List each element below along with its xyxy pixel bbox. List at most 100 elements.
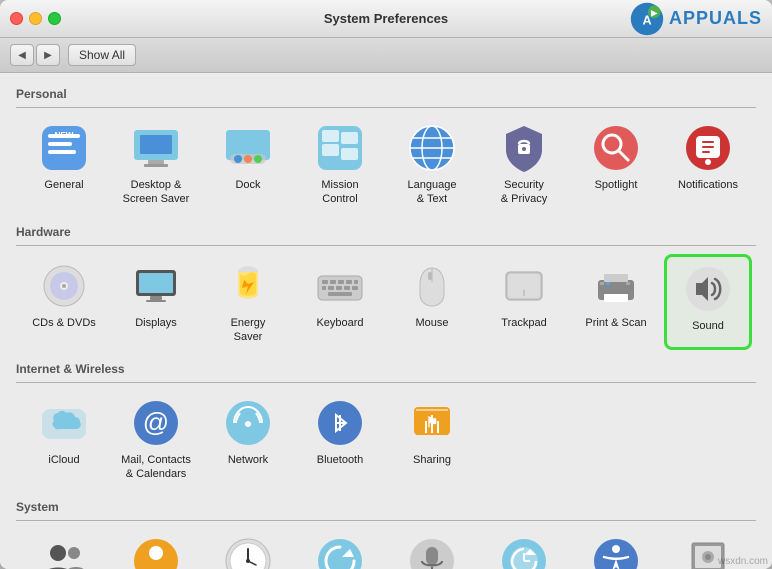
system-section: System Users &Groups xyxy=(16,496,756,569)
pref-sound[interactable]: Sound xyxy=(664,254,752,351)
software-update-icon xyxy=(314,535,366,569)
desktop-label: Desktop &Screen Saver xyxy=(123,178,190,207)
pref-bluetooth[interactable]: Bluetooth xyxy=(296,391,384,488)
pref-parental[interactable]: ParentalControls xyxy=(112,529,200,569)
pref-time-machine[interactable]: Time Machine xyxy=(480,529,568,569)
pref-software-update[interactable]: SoftwareUpdate xyxy=(296,529,384,569)
datetime-icon: 18 xyxy=(222,535,274,569)
language-label: Language& Text xyxy=(408,178,457,207)
sound-icon xyxy=(682,263,734,315)
pref-mail[interactable]: @ Mail, Contacts& Calendars xyxy=(112,391,200,488)
sharing-label: Sharing xyxy=(413,453,451,467)
personal-label: Personal xyxy=(16,83,756,108)
dictation-icon xyxy=(406,535,458,569)
energy-label: EnergySaver xyxy=(231,316,266,345)
pref-keyboard[interactable]: Keyboard xyxy=(296,254,384,351)
pref-mouse[interactable]: Mouse xyxy=(388,254,476,351)
back-button[interactable]: ◀ xyxy=(10,44,34,66)
keyboard-label: Keyboard xyxy=(316,316,363,330)
dock-label: Dock xyxy=(235,178,260,192)
watermark: wsxdn.com xyxy=(718,556,768,567)
window-title: System Preferences xyxy=(324,11,448,26)
parental-icon xyxy=(130,535,182,569)
notifications-icon xyxy=(682,122,734,174)
titlebar: System Preferences A ▶ APPUALS xyxy=(0,0,772,38)
pref-print-scan[interactable]: Print & Scan xyxy=(572,254,660,351)
general-icon: NEW xyxy=(38,122,90,174)
pref-energy[interactable]: EnergySaver xyxy=(204,254,292,351)
minimize-button[interactable] xyxy=(29,12,42,25)
pref-language[interactable]: Language& Text xyxy=(388,116,476,213)
trackpad-icon xyxy=(498,260,550,312)
appuals-logo-icon: A ▶ xyxy=(629,1,665,37)
general-label: General xyxy=(44,178,83,192)
pref-desktop[interactable]: Desktop &Screen Saver xyxy=(112,116,200,213)
toolbar: ◀ ▶ Show All xyxy=(0,38,772,73)
internet-icons: iCloud @ Mail, Contacts& Calendars xyxy=(16,391,756,488)
users-icon xyxy=(38,535,90,569)
show-all-button[interactable]: Show All xyxy=(68,44,136,66)
pref-icloud[interactable]: iCloud xyxy=(20,391,108,488)
close-button[interactable] xyxy=(10,12,23,25)
mail-icon: @ xyxy=(130,397,182,449)
appuals-logo: A ▶ APPUALS xyxy=(629,1,762,37)
security-icon xyxy=(498,122,550,174)
pref-security[interactable]: Security& Privacy xyxy=(480,116,568,213)
network-icon xyxy=(222,397,274,449)
pref-network[interactable]: Network xyxy=(204,391,292,488)
spotlight-icon xyxy=(590,122,642,174)
energy-icon xyxy=(222,260,274,312)
hardware-icons: CDs & DVDs Displays xyxy=(16,254,756,351)
pref-dock[interactable]: Dock xyxy=(204,116,292,213)
sharing-icon: ⚑ xyxy=(406,397,458,449)
svg-text:NEW: NEW xyxy=(55,131,74,140)
trackpad-label: Trackpad xyxy=(501,316,546,330)
hardware-label: Hardware xyxy=(16,221,756,246)
pref-datetime[interactable]: 18 Date & Time xyxy=(204,529,292,569)
mission-control-label: MissionControl xyxy=(321,178,358,207)
cds-label: CDs & DVDs xyxy=(32,316,96,330)
system-icons: Users &Groups ParentalControls xyxy=(16,529,756,569)
maximize-button[interactable] xyxy=(48,12,61,25)
pref-users[interactable]: Users &Groups xyxy=(20,529,108,569)
pref-cds-dvds[interactable]: CDs & DVDs xyxy=(20,254,108,351)
pref-general[interactable]: NEW General xyxy=(20,116,108,213)
mouse-icon xyxy=(406,260,458,312)
pref-notifications[interactable]: Notifications xyxy=(664,116,752,213)
appuals-logo-text: APPUALS xyxy=(669,8,762,29)
pref-trackpad[interactable]: Trackpad xyxy=(480,254,568,351)
sound-label: Sound xyxy=(692,319,724,333)
pref-sharing[interactable]: ⚑ Sharing xyxy=(388,391,476,488)
icloud-label: iCloud xyxy=(48,453,79,467)
dock-icon xyxy=(222,122,274,174)
mail-label: Mail, Contacts& Calendars xyxy=(121,453,191,482)
traffic-lights xyxy=(10,12,61,25)
displays-icon xyxy=(130,260,182,312)
displays-label: Displays xyxy=(135,316,177,330)
system-preferences-window: System Preferences A ▶ APPUALS ◀ ▶ Show … xyxy=(0,0,772,569)
hardware-section: Hardware CDs & DVDs xyxy=(16,221,756,351)
network-label: Network xyxy=(228,453,268,467)
forward-button[interactable]: ▶ xyxy=(36,44,60,66)
mission-control-icon xyxy=(314,122,366,174)
time-machine-icon xyxy=(498,535,550,569)
pref-mission-control[interactable]: MissionControl xyxy=(296,116,384,213)
preferences-content: Personal NEW General xyxy=(0,73,772,569)
bluetooth-icon xyxy=(314,397,366,449)
svg-text:⚑: ⚑ xyxy=(426,414,439,430)
keyboard-icon xyxy=(314,260,366,312)
pref-accessibility[interactable]: Accessibility xyxy=(572,529,660,569)
personal-section: Personal NEW General xyxy=(16,83,756,213)
notifications-label: Notifications xyxy=(678,178,738,192)
svg-text:@: @ xyxy=(143,407,169,437)
language-icon xyxy=(406,122,458,174)
nav-buttons: ◀ ▶ xyxy=(10,44,60,66)
print-label: Print & Scan xyxy=(585,316,646,330)
pref-displays[interactable]: Displays xyxy=(112,254,200,351)
pref-spotlight[interactable]: Spotlight xyxy=(572,116,660,213)
accessibility-icon xyxy=(590,535,642,569)
icloud-icon xyxy=(38,397,90,449)
internet-label: Internet & Wireless xyxy=(16,358,756,383)
security-label: Security& Privacy xyxy=(501,178,547,207)
pref-dictation[interactable]: Dictation& Speech xyxy=(388,529,476,569)
